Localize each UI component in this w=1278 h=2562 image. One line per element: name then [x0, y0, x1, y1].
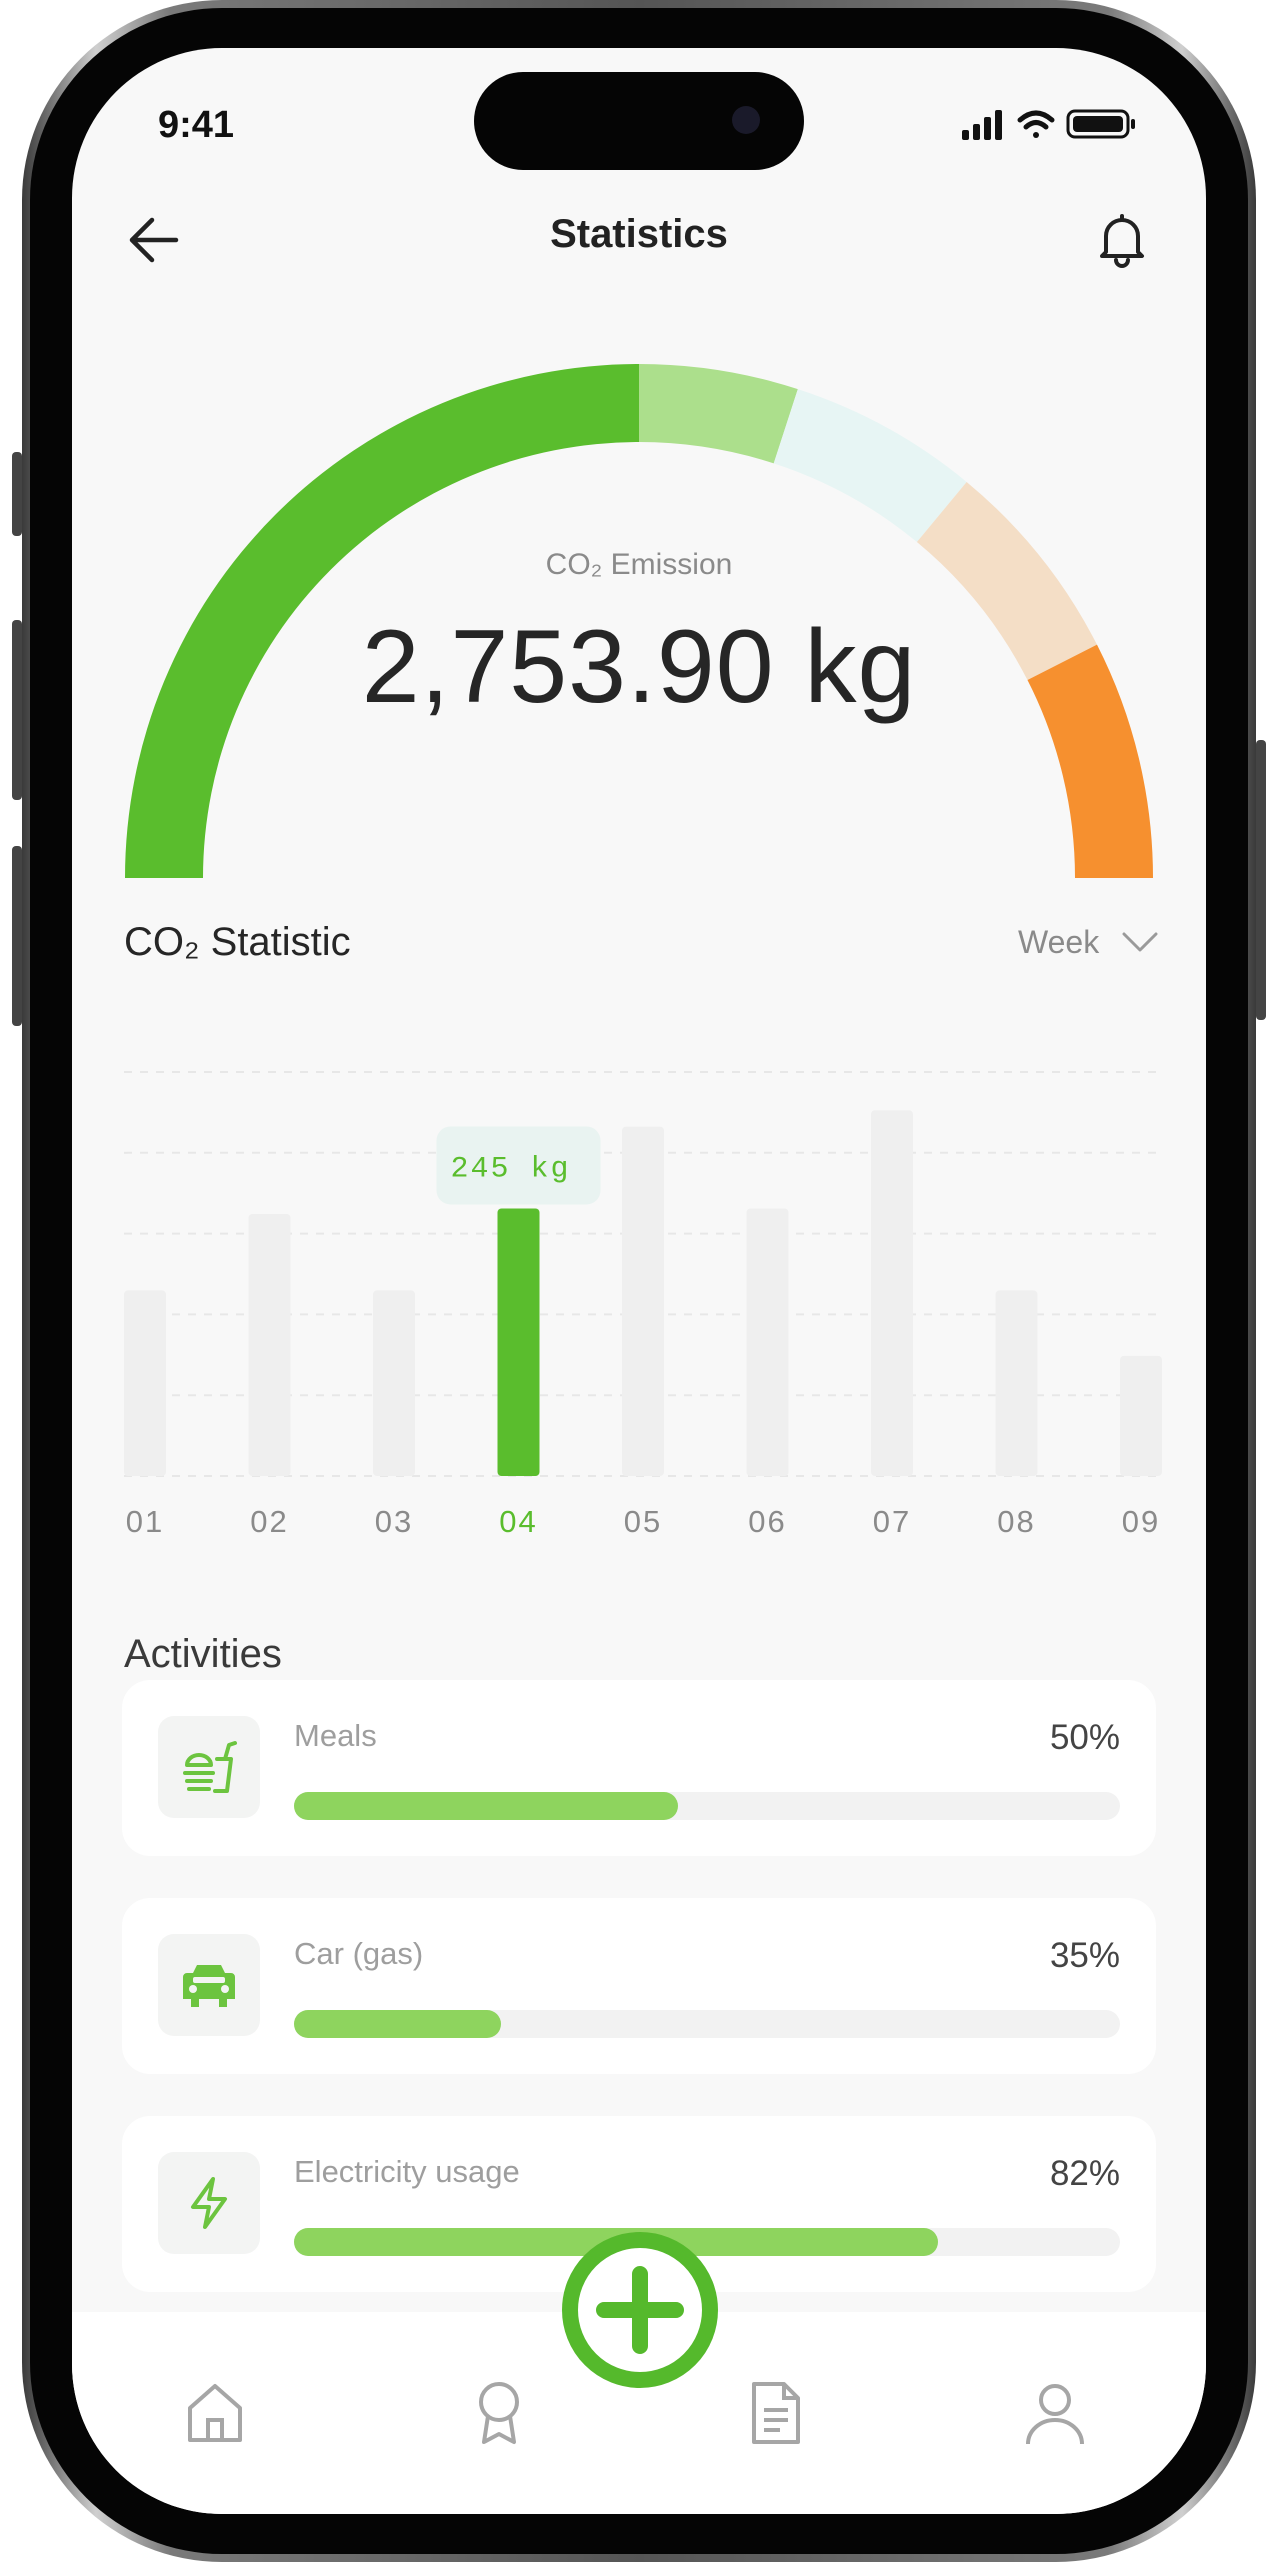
activities-title: Activities	[124, 1632, 282, 1676]
activity-progress-track	[294, 2228, 1120, 2256]
page-title: Statistics	[550, 212, 728, 256]
activity-percent: 82%	[1049, 2154, 1120, 2193]
statistic-title: CO₂ Statistic	[124, 920, 351, 964]
profile-icon[interactable]	[1020, 2378, 1090, 2448]
bar-07[interactable]	[871, 1110, 913, 1476]
activity-name: Meals	[294, 1718, 377, 1753]
activity-progress-track	[294, 2010, 1120, 2038]
bar-09[interactable]	[1120, 1355, 1162, 1476]
tick-label-03: 03	[375, 1504, 413, 1539]
meal-icon	[183, 1741, 237, 1793]
activity-icon-box	[158, 1716, 260, 1818]
camera-icon	[732, 106, 760, 134]
bar-04[interactable]	[497, 1208, 540, 1476]
wifi-icon	[1017, 110, 1055, 138]
activity-progress-fill	[294, 1792, 679, 1820]
tick-label-04: 04	[499, 1504, 537, 1539]
add-activity-button[interactable]	[562, 2232, 718, 2388]
activity-progress-fill	[294, 2010, 501, 2038]
car-icon	[183, 1965, 235, 2007]
battery-icon	[1066, 109, 1135, 139]
award-icon[interactable]	[464, 2378, 534, 2448]
tick-label-02: 02	[250, 1504, 288, 1539]
tick-label-05: 05	[624, 1504, 662, 1539]
emission-gauge	[125, 364, 1153, 878]
bell-icon[interactable]	[1090, 208, 1154, 272]
gauge-label: CO₂ Emission	[545, 548, 733, 581]
document-icon[interactable]	[740, 2378, 810, 2448]
bar-02[interactable]	[248, 1213, 291, 1476]
signal-icon	[962, 110, 1002, 140]
bar-01[interactable]	[124, 1290, 166, 1476]
bar-08[interactable]	[995, 1290, 1038, 1476]
activity-percent: 35%	[1049, 1936, 1120, 1975]
gauge-value: 2,753.90 kg	[361, 609, 917, 725]
activity-card-car[interactable]: Car (gas) 35%	[122, 1898, 1156, 2074]
app-screen: 9:41 Statistics CO₂ Emission 2,753.90 kg…	[72, 48, 1206, 2514]
activity-name: Electricity usage	[294, 2154, 520, 2189]
activity-icon-box	[158, 1934, 260, 2036]
mute-switch	[12, 452, 22, 536]
status-icons	[962, 109, 1135, 140]
bar-03[interactable]	[373, 1290, 415, 1476]
power-button	[1256, 740, 1266, 1020]
home-icon[interactable]	[180, 2378, 250, 2448]
tick-label-09: 09	[1122, 1504, 1160, 1539]
status-time: 9:41	[158, 104, 235, 146]
bar-06[interactable]	[746, 1208, 789, 1476]
activity-name: Car (gas)	[294, 1936, 424, 1971]
tick-label-08: 08	[997, 1504, 1035, 1539]
bar-tooltip-label: 245 kg	[450, 1152, 570, 1186]
activity-icon-box	[158, 2152, 260, 2254]
period-select[interactable]: Week	[1018, 924, 1099, 961]
bar-05[interactable]	[622, 1126, 664, 1476]
activity-percent: 50%	[1049, 1718, 1120, 1757]
tick-label-07: 07	[873, 1504, 911, 1539]
chevron-down-icon[interactable]	[1120, 926, 1160, 956]
volume-up-button	[12, 620, 22, 800]
plus-icon	[596, 2266, 684, 2354]
tick-label-01: 01	[126, 1504, 164, 1539]
volume-down-button	[12, 846, 22, 1026]
co2-bar-chart: 01 02 03 04 245 kg 05 06 07 08 09	[124, 1071, 1162, 1539]
activity-card-meals[interactable]: Meals 50%	[122, 1680, 1156, 1856]
gauge-segment-2	[639, 364, 798, 464]
activity-progress-track	[294, 1792, 1120, 1820]
lightning-icon	[191, 2177, 227, 2229]
tick-label-06: 06	[748, 1504, 786, 1539]
